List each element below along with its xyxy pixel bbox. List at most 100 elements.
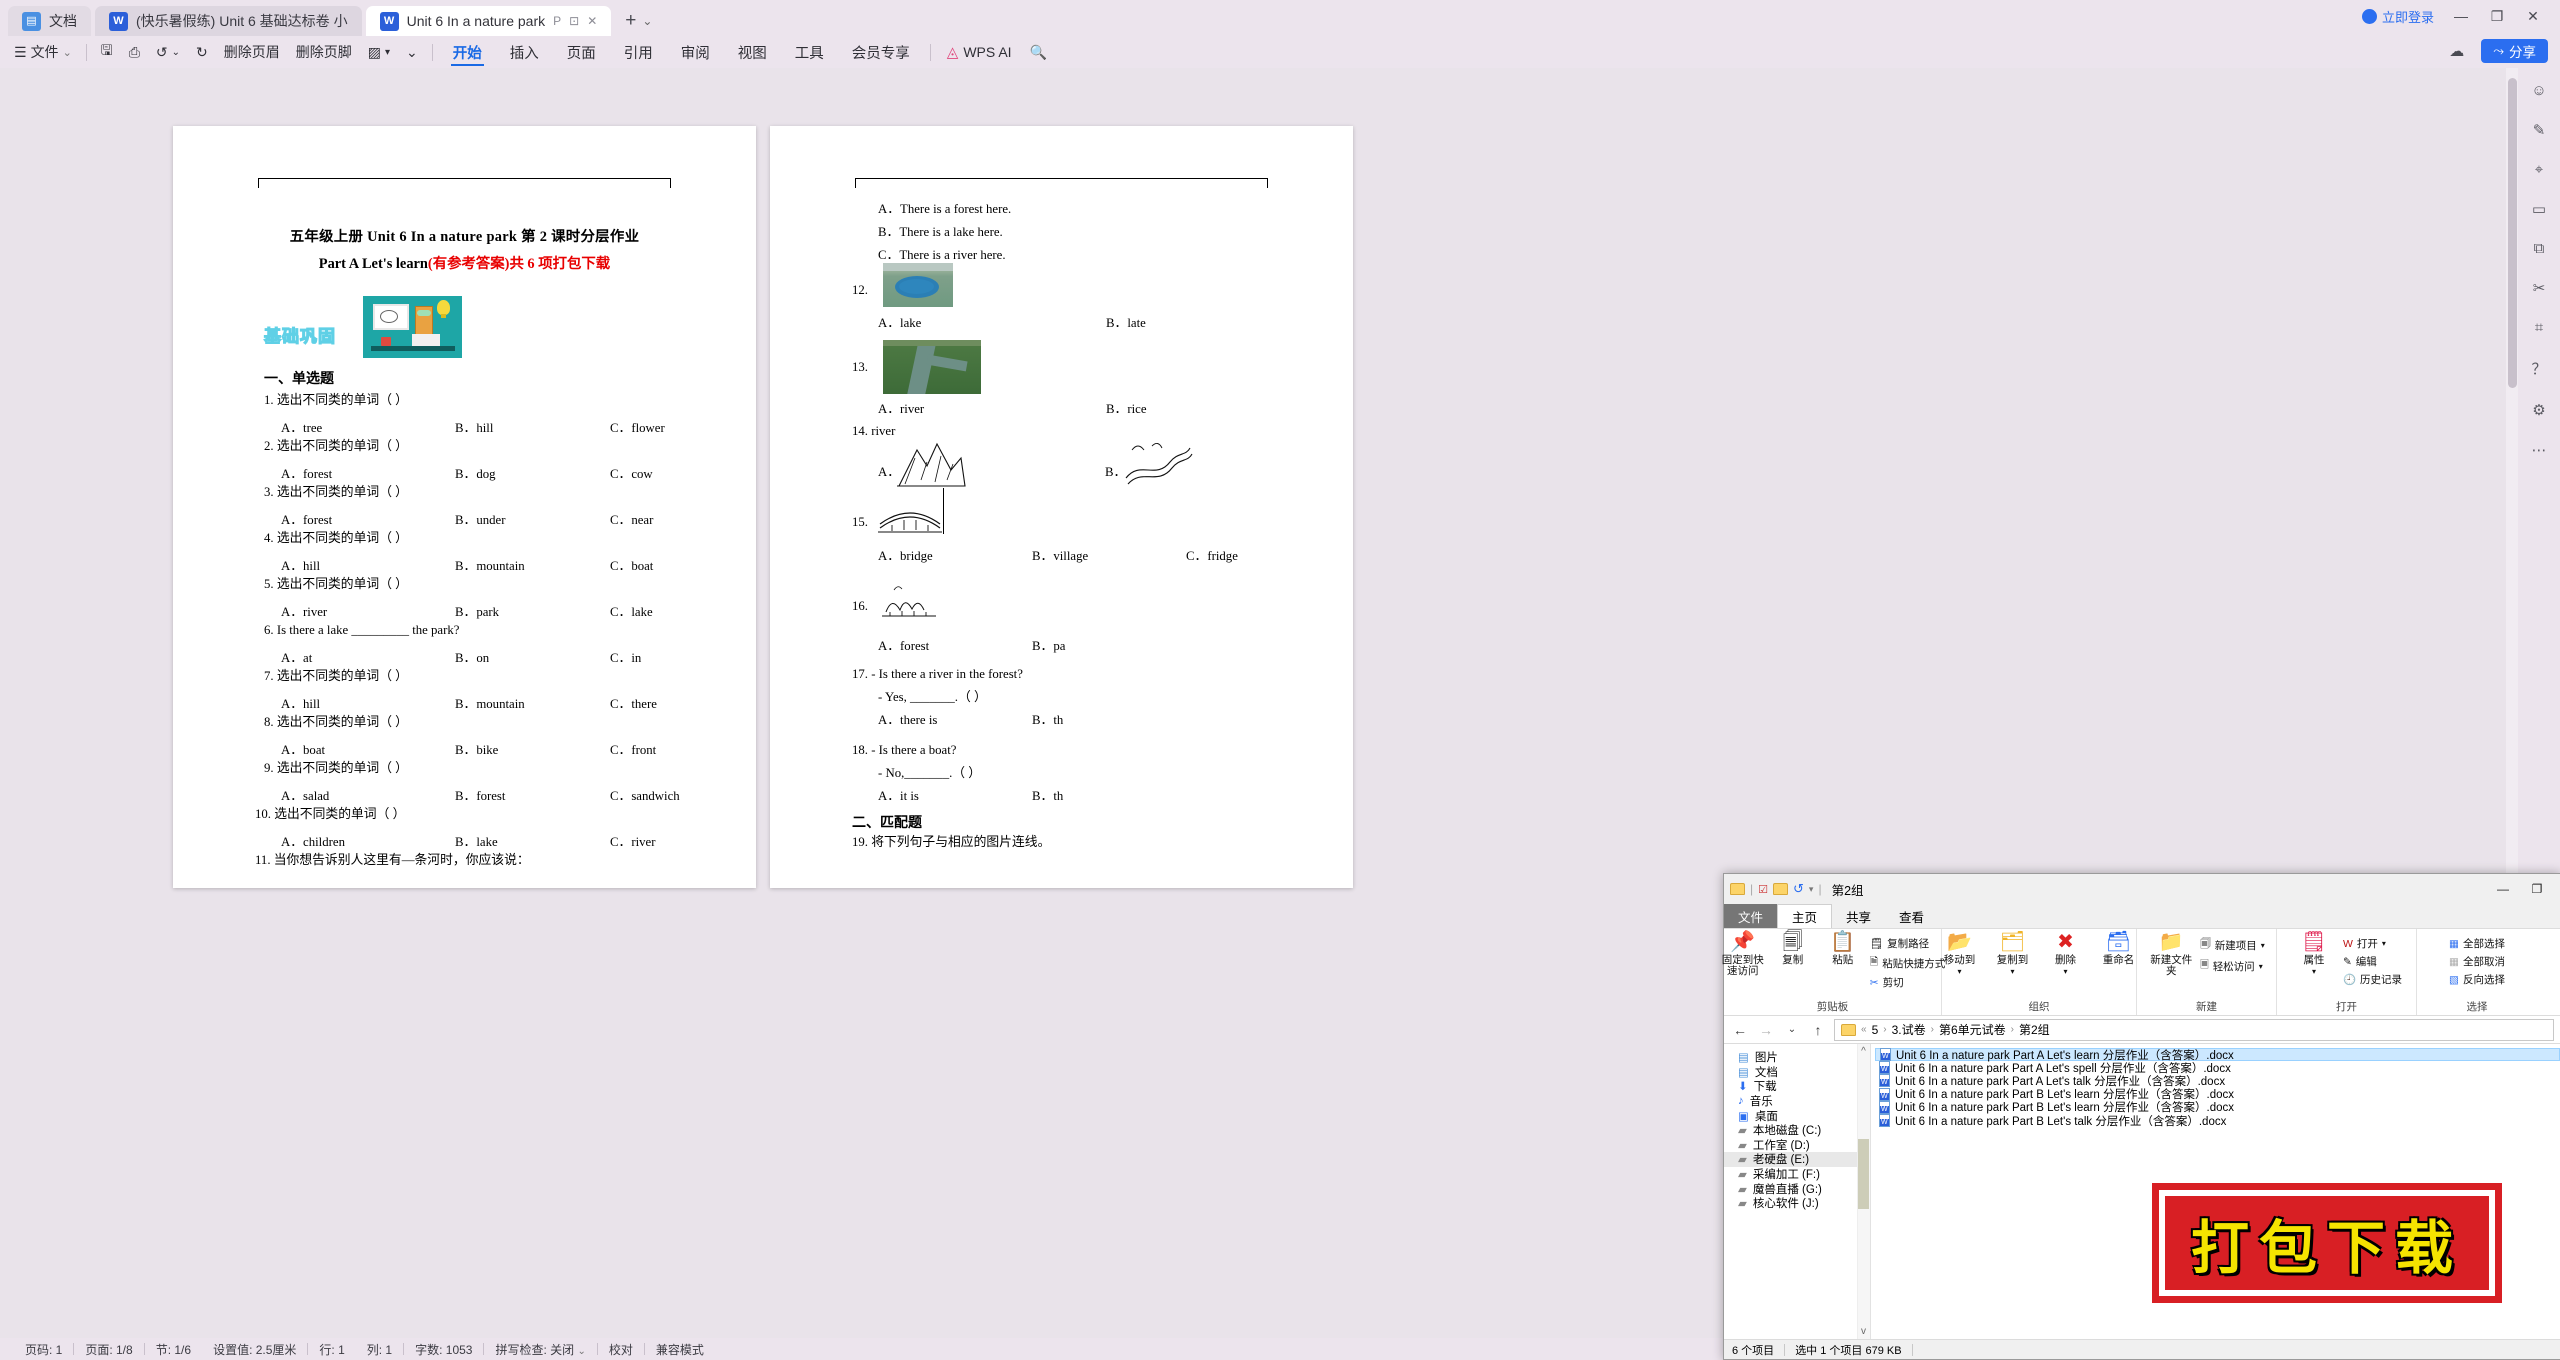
delete-footer-button[interactable]: 删除页脚 xyxy=(288,39,360,65)
explorer-tab-view[interactable]: 查看 xyxy=(1885,904,1938,928)
format-painter-icon[interactable]: ▨ ▾ xyxy=(360,39,398,65)
back-button[interactable]: ← xyxy=(1730,1022,1750,1038)
tab-pin-icon[interactable]: P xyxy=(553,14,561,28)
tab-start[interactable]: 开始 xyxy=(439,37,496,67)
cut-button[interactable]: ✂ 剪切 xyxy=(1870,975,1945,990)
paste-button[interactable]: 📋 粘贴 xyxy=(1820,932,1866,966)
tab-page[interactable]: 页面 xyxy=(553,37,610,67)
history-button[interactable]: 🕘 历史记录 xyxy=(2343,972,2402,987)
q15-option-c[interactable]: C．fridge xyxy=(1186,549,1238,563)
nav-item-drive-g[interactable]: ▰ 魔兽直播 (G:) xyxy=(1724,1181,1870,1196)
login-button[interactable]: 立即登录 xyxy=(2361,7,2434,26)
q17-option-a[interactable]: A．there is xyxy=(878,713,937,727)
option-a[interactable]: A．river xyxy=(281,601,455,624)
tab-close-icon[interactable]: ✕ xyxy=(587,14,597,28)
rename-button[interactable]: 🗃 重命名 xyxy=(2096,932,2142,966)
minimize-button[interactable]: — xyxy=(2444,3,2478,29)
breadcrumb-item-1[interactable]: 5 xyxy=(1872,1023,1879,1037)
tab-insert[interactable]: 插入 xyxy=(496,37,553,67)
option-b[interactable]: B．mountain xyxy=(455,693,610,716)
q17-option-b[interactable]: B．th xyxy=(1032,713,1063,727)
vertical-scrollbar-thumb[interactable] xyxy=(2508,78,2517,388)
settings-icon[interactable]: ⚙ xyxy=(2532,401,2545,419)
easy-access-button[interactable]: 🗏 轻松访问 ▾ xyxy=(2200,957,2265,975)
search-icon[interactable]: 🔍 xyxy=(1022,39,1055,65)
move-to-button[interactable]: 📂 移动到 ▾ xyxy=(1937,932,1983,976)
document-page-2[interactable]: A．There is a forest here. B．There is a l… xyxy=(770,126,1353,888)
option-a[interactable]: A．forest xyxy=(281,463,455,486)
status-spellcheck[interactable]: 拼写检查: 关闭 ⌄ xyxy=(484,1341,596,1358)
scroll-down-icon[interactable]: v xyxy=(1858,1326,1869,1337)
paste-shortcut-button[interactable]: 🗎 粘贴快捷方式 xyxy=(1870,954,1945,972)
tab-view[interactable]: 视图 xyxy=(724,37,781,67)
tab-reference[interactable]: 引用 xyxy=(610,37,667,67)
file-menu-button[interactable]: ☰ 文件 ⌄ xyxy=(0,39,80,65)
q18-option-b[interactable]: B．th xyxy=(1032,789,1063,803)
edit-button[interactable]: ✎ 编辑 xyxy=(2343,954,2402,969)
option-a[interactable]: A．children xyxy=(281,831,455,854)
up-button[interactable]: ↑ xyxy=(1808,1022,1828,1038)
q16-option-b[interactable]: B．pa xyxy=(1032,639,1065,653)
ribbon-overflow-icon[interactable]: ⌄ xyxy=(398,39,426,65)
layers-icon[interactable]: ⧉ xyxy=(2534,240,2545,257)
help-icon[interactable]: ？ xyxy=(2531,358,2546,379)
option-c[interactable]: C．boat xyxy=(610,555,653,578)
option-a[interactable]: A．tree xyxy=(281,417,455,440)
tab-unit6-basic[interactable]: W (快乐暑假练) Unit 6 基础达标卷 小 xyxy=(95,6,362,36)
q11-option-c[interactable]: C．There is a river here. xyxy=(878,248,1006,262)
explorer-minimize-button[interactable]: — xyxy=(2486,876,2520,902)
option-c[interactable]: C．in xyxy=(610,647,641,670)
tab-documents[interactable]: ▤ 文档 xyxy=(8,6,91,36)
option-b[interactable]: B．under xyxy=(455,509,610,532)
option-a[interactable]: A．boat xyxy=(281,739,455,762)
copy-path-button[interactable]: 🗒 复制路径 xyxy=(1870,936,1945,951)
cloud-upload-icon[interactable]: ☁ xyxy=(2449,42,2471,60)
recent-locations-button[interactable]: ⌄ xyxy=(1782,1024,1802,1035)
breadcrumb-item-2[interactable]: 3.试卷 xyxy=(1892,1021,1926,1038)
option-c[interactable]: C．cow xyxy=(610,463,653,486)
tab-window-icon[interactable]: ⊡ xyxy=(569,14,579,28)
option-b[interactable]: B．bike xyxy=(455,739,610,762)
explorer-navigation-pane[interactable]: ▤ 图片 ▤ 文档 ⬇ 下载 ♪ 音乐 ▣ 桌面 ▰ 本地磁盘 (C:) ▰ 工作室 (D:)… xyxy=(1724,1044,1871,1339)
q15-option-a[interactable]: A．bridge xyxy=(878,549,933,563)
option-c[interactable]: C．front xyxy=(610,739,656,762)
breadcrumb-item-4[interactable]: 第2组 xyxy=(2019,1021,2050,1038)
new-tab-button[interactable]: + ⌄ xyxy=(615,6,662,36)
close-button[interactable]: ✕ xyxy=(2516,3,2550,29)
explorer-tab-file[interactable]: 文件 xyxy=(1724,904,1778,928)
nav-item-drive-d[interactable]: ▰ 工作室 (D:) xyxy=(1724,1138,1870,1153)
customize-caret-icon[interactable]: ▾ xyxy=(1809,884,1814,895)
nav-item-downloads[interactable]: ⬇ 下载 xyxy=(1724,1079,1870,1094)
wps-ai-button[interactable]: ◬ WPS AI xyxy=(937,43,1022,61)
q18-option-a[interactable]: A．it is xyxy=(878,789,919,803)
option-b[interactable]: B．on xyxy=(455,647,610,670)
nav-item-drive-f[interactable]: ▰ 采编加工 (F:) xyxy=(1724,1167,1870,1182)
properties-icon[interactable]: ☑ xyxy=(1758,883,1768,896)
new-item-button[interactable]: 🗐 新建项目 ▾ xyxy=(2200,936,2265,954)
q15-option-b[interactable]: B．village xyxy=(1032,549,1088,563)
nav-item-documents[interactable]: ▤ 文档 xyxy=(1724,1065,1870,1080)
q12-option-b[interactable]: B．late xyxy=(1106,316,1146,330)
open-with-button[interactable]: W 打开 ▾ xyxy=(2343,936,2402,951)
nav-item-desktop[interactable]: ▣ 桌面 xyxy=(1724,1108,1870,1123)
option-c[interactable]: C．lake xyxy=(610,601,653,624)
option-a[interactable]: A．forest xyxy=(281,509,455,532)
q11-option-a[interactable]: A．There is a forest here. xyxy=(878,202,1011,216)
select-none-button[interactable]: ▦ 全部取消 xyxy=(2449,954,2505,969)
feedback-icon[interactable]: ☺ xyxy=(2531,82,2546,99)
ruler-icon[interactable]: ⌗ xyxy=(2535,319,2543,336)
option-c[interactable]: C．near xyxy=(610,509,653,532)
new-folder-icon[interactable] xyxy=(1773,883,1788,895)
breadcrumb[interactable]: « 5 › 3.试卷 › 第6单元试卷 › 第2组 xyxy=(1834,1018,2554,1041)
tab-review[interactable]: 审阅 xyxy=(667,37,724,67)
explorer-tab-home[interactable]: 主页 xyxy=(1777,904,1833,928)
nav-item-music[interactable]: ♪ 音乐 xyxy=(1724,1094,1870,1109)
new-folder-button[interactable]: 📁 新建文件夹 xyxy=(2148,932,2194,977)
more-icon[interactable]: ⋯ xyxy=(2532,441,2547,459)
copy-button[interactable]: 🗐 复制 xyxy=(1770,932,1816,966)
option-c[interactable]: C．sandwich xyxy=(610,785,680,808)
undo-icon[interactable]: ↺ xyxy=(1793,881,1804,897)
nav-item-drive-j[interactable]: ▰ 核心软件 (J:) xyxy=(1724,1196,1870,1211)
nav-item-pictures[interactable]: ▤ 图片 xyxy=(1724,1050,1870,1065)
cursor-icon[interactable]: ⌖ xyxy=(2535,161,2543,178)
